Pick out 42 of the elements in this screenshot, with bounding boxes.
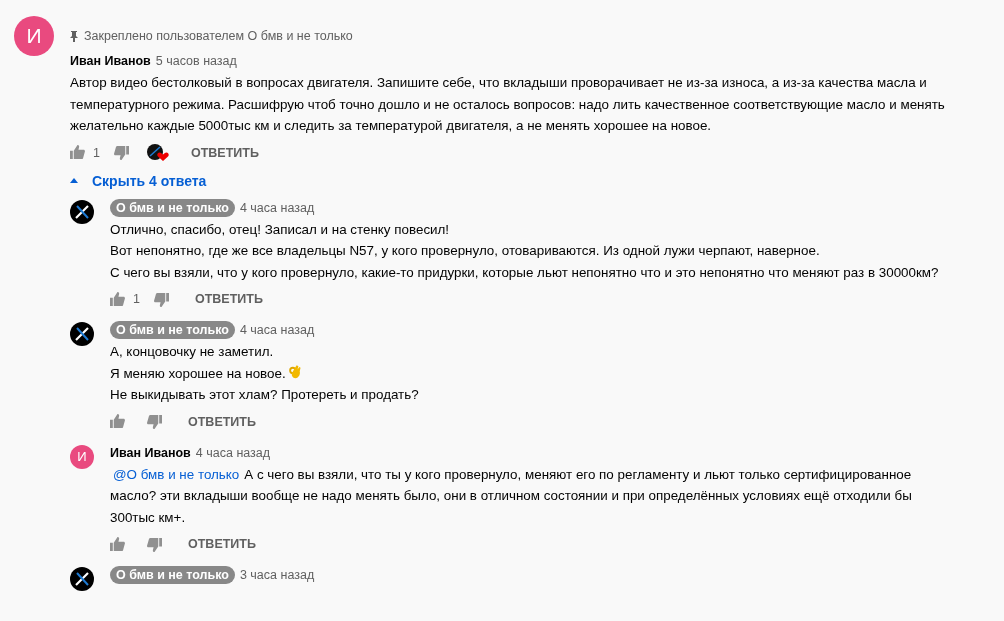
dislike-icon[interactable] xyxy=(147,414,162,429)
comment-time[interactable]: 3 часа назад xyxy=(239,568,315,582)
pinned-label: Закреплено пользователем О бмв и не только xyxy=(84,29,353,43)
reply-button[interactable]: ОТВЕТИТЬ xyxy=(184,292,273,306)
caret-icon xyxy=(70,178,78,183)
channel-avatar[interactable] xyxy=(70,199,94,224)
reply-button[interactable]: ОТВЕТИТЬ xyxy=(178,537,266,551)
user-avatar[interactable]: И xyxy=(70,444,94,469)
hide-replies-button[interactable]: Скрыть 4 ответа xyxy=(70,172,207,189)
like-icon[interactable] xyxy=(110,414,125,429)
like-icon[interactable] xyxy=(70,145,85,160)
comment-text: А, концовочку не заметил. xyxy=(110,344,274,359)
comment-text: Не выкидывать этот хлам? Протереть и продать? xyxy=(110,387,419,402)
mention-link[interactable]: @О бмв и не только xyxy=(113,466,240,482)
author-name[interactable]: О бмв и не только xyxy=(110,198,235,217)
comment-text: Автор видео бестолковый в вопросах двигателя. Запишите себе, что вкладыши проворачивает не из-за износа, а из-за качества масла и температурного режима. Расшифрую чтоб точно дошло и не осталось вопросов: надо лить качественное соответствующие масло и менять желательно каждые 5000тыс км и следить за температурой двигателя, а не менять хорошее на новое. xyxy=(70,74,946,135)
like-icon[interactable] xyxy=(110,536,125,552)
dislike-icon[interactable] xyxy=(153,291,169,307)
pin-icon xyxy=(70,30,78,42)
like-count: 1 xyxy=(133,292,140,306)
comment-time[interactable]: 4 часа назад xyxy=(239,323,315,337)
comment-text: С чего вы взяли, что у кого провернуло, какие-то придурки, которые льют непонятно что и это непонятно что меняют раз в 30000км? xyxy=(110,264,939,280)
author-name[interactable]: Иван Иванов xyxy=(70,54,151,68)
dislike-icon[interactable] xyxy=(113,145,129,160)
comment-text: Отлично, спасибо, отец! Записал и на стенку повесил! xyxy=(110,221,450,237)
comment-time[interactable]: 4 часа назад xyxy=(195,445,271,460)
author-name[interactable]: О бмв и не только xyxy=(110,566,235,584)
author-name[interactable]: Иван Иванов xyxy=(110,445,191,460)
author-name[interactable]: О бмв и не только xyxy=(110,321,235,339)
user-avatar[interactable]: И xyxy=(14,16,54,56)
reply-button[interactable]: ОТВЕТИТЬ xyxy=(180,145,269,160)
comment-time[interactable]: 5 часов назад xyxy=(155,54,237,68)
like-icon[interactable] xyxy=(110,291,125,307)
comment-text: Я меняю хорошее на новое. xyxy=(110,365,286,381)
comment-text: Вот непонятно, где же все владельцы N57, у кого провернуло, отовариваются. Из одной лужи черпают, наверное. xyxy=(110,243,820,258)
channel-avatar[interactable] xyxy=(70,567,94,591)
channel-avatar[interactable] xyxy=(70,322,94,346)
reply-button[interactable]: ОТВЕТИТЬ xyxy=(178,414,266,429)
comment-time[interactable]: 4 часа назад xyxy=(239,200,315,215)
dislike-icon[interactable] xyxy=(147,536,162,552)
like-count: 1 xyxy=(93,145,100,160)
comment-text: @О бмв и не только А с чего вы взяли, что ты у кого провернуло, меняют его по регламенту и льют только сертифицированное масло? эти вкладыши вообще не надо менять было, они в отличном состоянии и при определённых условиях ещё отходили бы 300тыс км+. xyxy=(110,466,912,525)
